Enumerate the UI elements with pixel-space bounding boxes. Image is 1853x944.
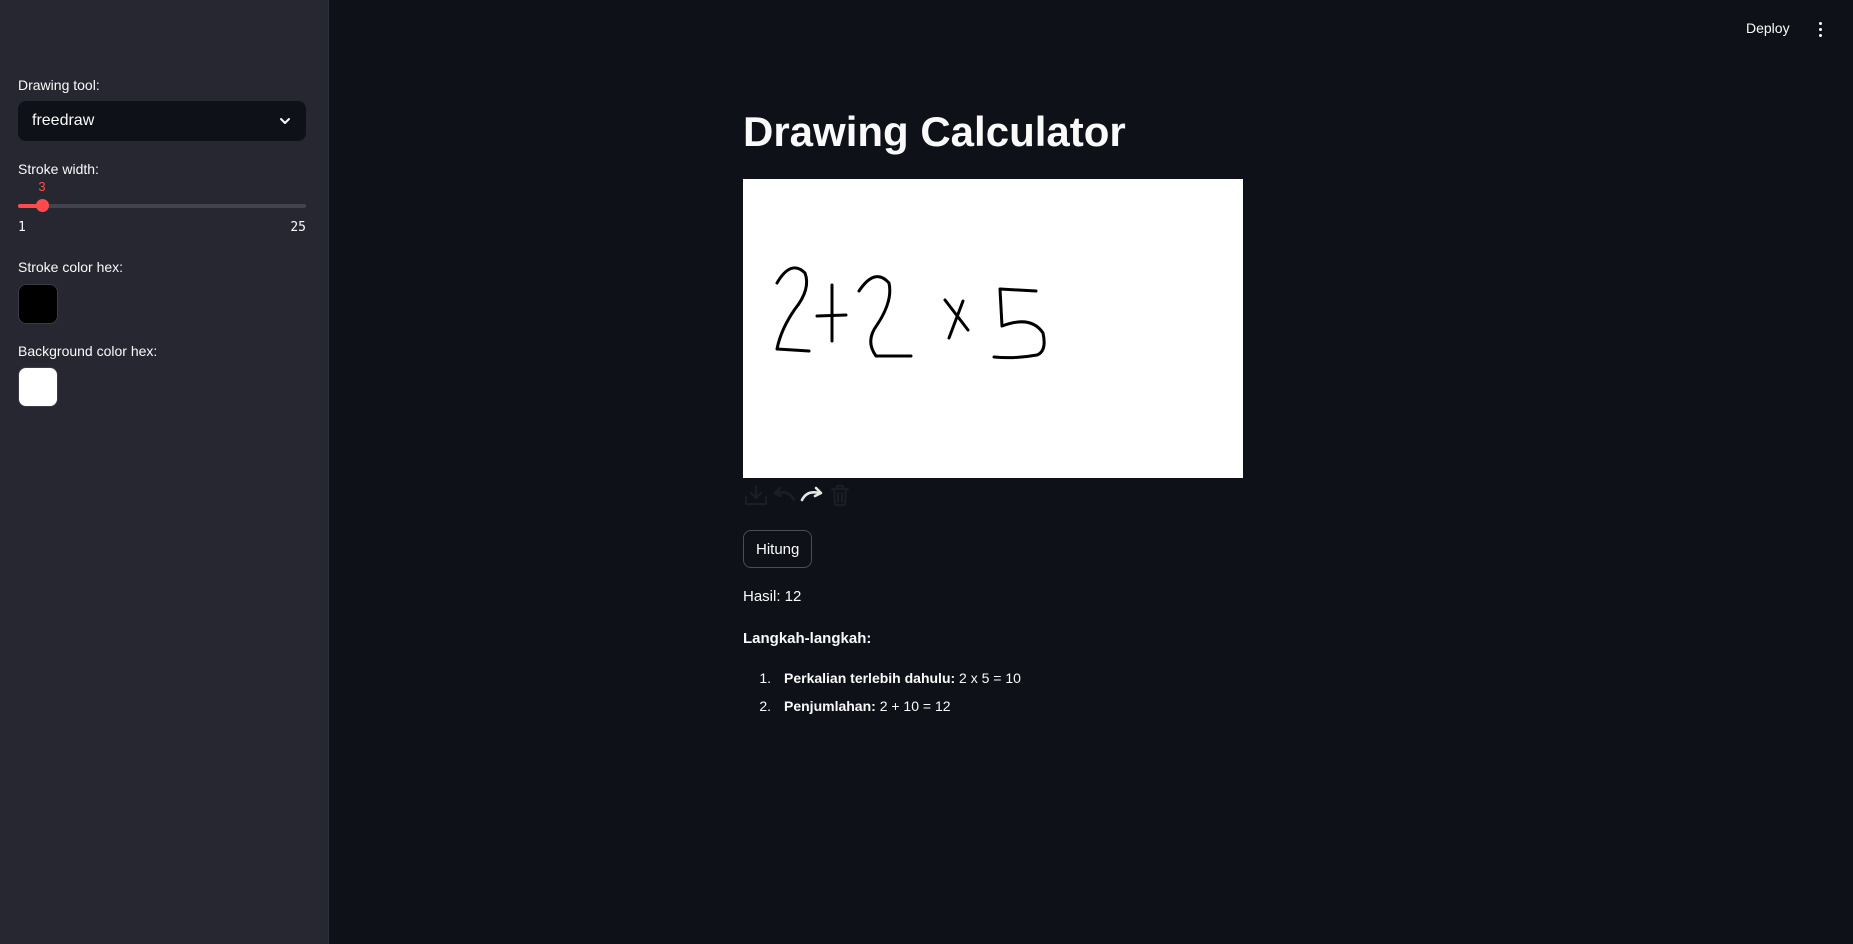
drawing-tool-label: Drawing tool: <box>18 77 100 93</box>
slider-max-value: 25 <box>290 220 306 235</box>
chevron-down-icon <box>280 118 290 124</box>
page-title: Drawing Calculator <box>743 108 1126 155</box>
stroke-width-label: Stroke width: <box>18 161 99 177</box>
background-color-picker[interactable] <box>18 367 58 407</box>
sidebar: Drawing tool: freedraw Stroke width: 3 1… <box>0 0 329 944</box>
slider-thumb[interactable] <box>35 199 49 212</box>
steps-heading: Langkah-langkah: <box>743 630 872 647</box>
slider-current-value: 3 <box>38 179 46 194</box>
stroke-color-label: Stroke color hex: <box>18 259 124 275</box>
hitung-button[interactable]: Hitung <box>743 530 813 568</box>
steps-list: 1. Perkalian terlebih dahulu: 2 x 5 = 10… <box>743 670 1021 726</box>
deploy-button[interactable]: Deploy <box>1746 20 1790 36</box>
slider-min-value: 1 <box>18 220 26 235</box>
stroke-color-picker[interactable] <box>18 284 58 324</box>
app: Drawing tool: freedraw Stroke width: 3 1… <box>0 0 1853 944</box>
list-item: 2. Penjumlahan: 2 + 10 = 12 <box>759 698 951 714</box>
drawing-tool-value: freedraw <box>32 112 95 129</box>
main-menu-icon[interactable] <box>1812 18 1828 40</box>
stroke-width-slider[interactable]: 3 <box>18 179 306 212</box>
background-color-label: Background color hex: <box>18 343 158 359</box>
list-item: 1. Perkalian terlebih dahulu: 2 x 5 = 10 <box>759 670 1021 686</box>
undo-icon[interactable] <box>771 482 797 508</box>
canvas-toolbar <box>743 482 853 508</box>
drawing-tool-select[interactable]: freedraw <box>18 101 306 141</box>
handwritten-expression <box>775 266 1046 360</box>
result-text: Hasil: 12 <box>743 588 802 605</box>
download-icon[interactable] <box>743 482 769 508</box>
redo-icon[interactable] <box>799 482 825 508</box>
drawing-canvas[interactable] <box>743 179 1243 478</box>
trash-icon[interactable] <box>827 482 853 508</box>
